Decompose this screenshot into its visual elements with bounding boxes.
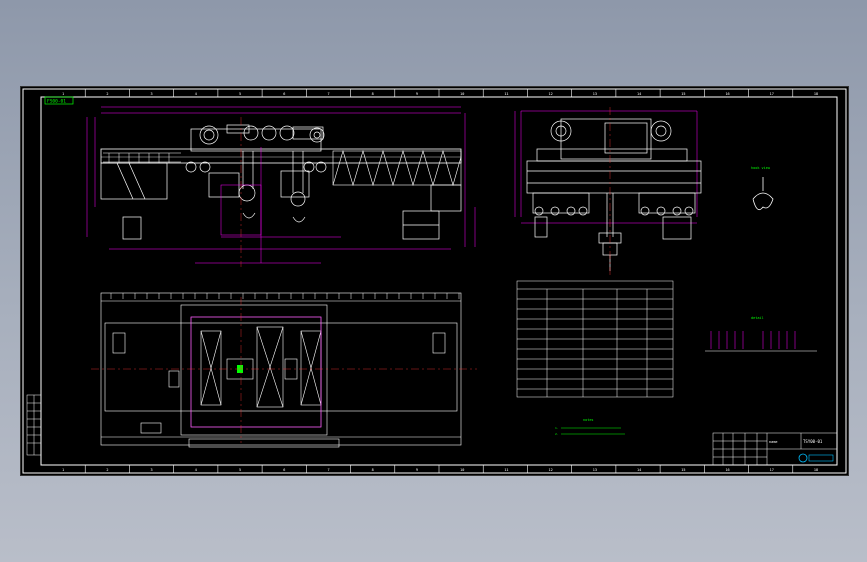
hook-view-title: hook view: [751, 166, 771, 170]
zone-number-bottom: 17: [770, 468, 774, 472]
outer-frame: [22, 88, 847, 474]
zone-numbers-bottom: 1 2 3 4 5 6 7 8 9 10 11 12 13 14 15 16 17 18: [62, 468, 818, 472]
zone-number-top: 17: [770, 92, 774, 96]
notes-line-2: 2.: [555, 432, 559, 436]
zone-number-bottom: 7: [327, 468, 329, 472]
zone-number-bottom: 9: [416, 468, 418, 472]
zone-number-bottom: 8: [372, 468, 374, 472]
zone-number-top: 14: [637, 92, 641, 96]
zone-number-top: 10: [460, 92, 464, 96]
zone-number-bottom: 11: [504, 468, 508, 472]
drawing-canvas: 1 2 3 4 5 6 7 8 9 10 11 12 13 14 15 16 17 18 1 2 3 4 5 6 7 8 9 10 1…: [22, 88, 847, 474]
zone-number-bottom: 2: [106, 468, 108, 472]
plan-rail-ticks: [110, 293, 460, 299]
title-block: [712, 432, 838, 466]
side-elevation-view: [514, 107, 702, 277]
title-block-code: TSY00-01: [803, 439, 823, 444]
side-trolley: [526, 118, 702, 271]
zone-ticks: [84, 89, 794, 473]
company-logo-text-box: [808, 454, 834, 462]
zone-number-top: 3: [151, 92, 153, 96]
zone-number-top: 18: [814, 92, 818, 96]
zone-number-top: 6: [283, 92, 285, 96]
zone-number-top: 4: [195, 92, 197, 96]
zone-number-top: 16: [725, 92, 729, 96]
walkway-railing-left: [103, 152, 181, 163]
hook-detail-view: hook view: [751, 166, 774, 211]
zone-number-top: 1: [62, 92, 64, 96]
trolley-machinery: [185, 124, 327, 173]
hook-assemblies: [208, 151, 310, 223]
front-elevation-view: [86, 106, 476, 267]
detail-title: detail: [751, 316, 764, 320]
notes-title: notes: [583, 418, 594, 422]
right-truss: [332, 149, 462, 187]
plan-view: [91, 292, 477, 448]
company-logo-icon: [798, 453, 808, 463]
zone-number-bottom: 4: [195, 468, 197, 472]
zone-number-bottom: 13: [593, 468, 597, 472]
cad-drawing-sheet: 1 2 3 4 5 6 7 8 9 10 11 12 13 14 15 16 17 18 1 2 3 4 5 6 7 8 9 10 1…: [20, 86, 849, 476]
zone-number-bottom: 10: [460, 468, 464, 472]
frame-code: FS00-01: [47, 99, 66, 105]
zone-number-bottom: 12: [549, 468, 553, 472]
zone-number-bottom: 18: [814, 468, 818, 472]
zone-number-top: 12: [549, 92, 553, 96]
inner-frame: [40, 96, 838, 466]
notes-line-1: 1.: [555, 426, 559, 430]
zone-number-top: 11: [504, 92, 508, 96]
zone-number-bottom: 6: [283, 468, 285, 472]
zone-number-top: 15: [681, 92, 685, 96]
zone-number-top: 9: [416, 92, 418, 96]
zone-number-bottom: 14: [637, 468, 641, 472]
rail-detail-posts: [710, 331, 796, 349]
zone-number-top: 8: [372, 92, 374, 96]
zone-number-bottom: 1: [62, 468, 64, 472]
zone-number-top: 2: [106, 92, 108, 96]
side-dimensions: [514, 110, 698, 224]
zone-number-bottom: 15: [681, 468, 685, 472]
side-revision-table: [26, 394, 42, 456]
zone-number-bottom: 5: [239, 468, 241, 472]
zone-number-top: 7: [327, 92, 329, 96]
notes-block: notes 1. 2.: [555, 418, 625, 436]
zone-number-top: 13: [593, 92, 597, 96]
title-block-name: name: [769, 440, 777, 444]
zone-number-bottom: 16: [725, 468, 729, 472]
zone-number-bottom: 3: [151, 468, 153, 472]
rail-detail-view: detail: [705, 316, 817, 352]
zone-numbers-top: 1 2 3 4 5 6 7 8 9 10 11 12 13 14 15 16 17 18: [62, 92, 818, 96]
plan-outline: [100, 292, 462, 448]
spec-table: [516, 280, 674, 398]
zone-number-top: 5: [239, 92, 241, 96]
